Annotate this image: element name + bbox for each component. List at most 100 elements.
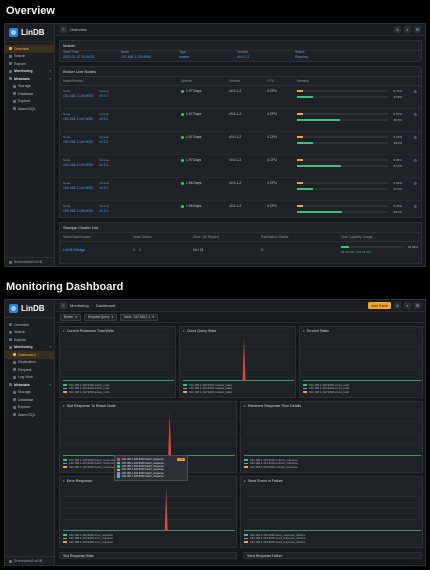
logo-text: LinDB [21,28,45,37]
sidebar-item-7[interactable]: Explore [5,98,54,106]
table-row: Node 192.168.1.102:9000 Version v0.0.1 1.97 … [60,132,421,155]
node-status: 3 3 [133,248,193,252]
uptime-value: 1.97 Days [186,89,202,93]
logo[interactable]: LinDB [5,24,54,42]
sidebar-item-1[interactable]: Search [5,329,54,337]
chart-plot[interactable] [244,410,421,456]
sidebar-item-6[interactable]: Request [5,366,54,374]
node-link[interactable]: 192.168.1.101:9000 [63,117,93,121]
sidebar-item-label: Search [14,54,26,59]
master-field-3: Version v0.0.1-2 [237,50,249,59]
sidebar-item-7[interactable]: Log View [5,374,54,382]
chart-plot[interactable] [63,410,235,456]
sidebar-item-0[interactable]: Overview [5,321,54,329]
sidebar-item-8[interactable]: Metadata ▾ [5,381,54,389]
sidebar-item-6[interactable]: Database [5,90,54,98]
chart-plot[interactable] [63,335,174,381]
sidebar-item-5[interactable]: Storage [5,83,54,91]
chart-plot[interactable] [244,485,421,531]
sidebar-item-12[interactable]: Alarm/SQL [5,411,54,419]
sidebar-footer[interactable]: Embedded/LinDB [5,556,54,565]
chart-title: ▸ Current Processor Total Write [60,327,175,334]
node-link[interactable]: 192.168.1.104:9000 [63,186,93,190]
sidebar-item-4[interactable]: Dashboard [5,351,54,359]
breadcrumb-separator: / [91,303,93,308]
sidebar-item-11[interactable]: Explore [5,404,54,412]
version-value: v0.0.1 [99,139,109,144]
memory-cell: 0.67% 46.5% [297,112,418,122]
gear-icon[interactable]: ⚙ [413,89,417,94]
legend-item[interactable]: 192.168.1.102:9000 active_rows [63,390,172,394]
chart-title: ▸ Send Errors in Failure [241,477,422,484]
language-icon[interactable]: A [394,302,401,309]
storage-row: LinDB-Storage 3 3 24 / 24 0 13.46% 55.28… [60,242,421,257]
request-select[interactable]: Request Query ▾ [84,313,118,321]
header-cpu: CPU [267,79,275,83]
sidebar-item-3[interactable]: Monitoring ▾ [5,344,54,352]
sidebar-footer[interactable]: Embedded/LinDB [5,257,54,266]
theme-icon[interactable]: ◐ [404,26,411,33]
storage-name-link[interactable]: LinDB-Storage [63,248,133,252]
filter-bar: Broker ▾ Request Query ▾ Node: 192.168.1.1… [56,312,425,323]
language-icon[interactable]: A [394,26,401,33]
broker-select[interactable]: Broker ▾ [60,313,81,321]
add-panel-button[interactable]: Add Panel [368,302,391,309]
theme-icon[interactable]: ◐ [404,302,411,309]
sidebar-item-4[interactable]: Metadata ▾ [5,75,54,83]
gear-icon[interactable]: ⚙ [413,181,417,186]
sidebar-nav: Overview Search Explore Monitoring ▾ Metadata… [5,42,54,113]
breadcrumb-dashboard[interactable]: Dashboard [96,303,116,308]
sidebar-item-1[interactable]: Search [5,53,54,61]
chart-title-text: Error Response [66,478,92,483]
legend-item[interactable]: 192.168.1.102:9000 error_requests [63,540,233,544]
settings-icon[interactable]: ⚙ [414,26,421,33]
legend-item[interactable]: 192.168.1.102:9000 errors_total [303,390,419,394]
sidebar-item-8[interactable]: Alarm/SQL [5,105,54,113]
node-link[interactable]: 192.168.1.100:9000 [63,94,93,98]
node-select[interactable]: Node: 192.168.1.1 ▾ [120,313,158,321]
sidebar-item-2[interactable]: Explore [5,60,54,68]
gear-icon[interactable]: ⚙ [413,135,417,140]
chart-panel: ▸ Retrieved Response Time Details 192.168.… [240,401,423,473]
chart-plot[interactable] [303,335,421,381]
sidebar-item-label: Metadata [14,382,30,387]
status-dot-icon [181,112,184,116]
sidebar-item-3[interactable]: Monitoring ▾ [5,68,54,76]
gear-icon[interactable]: ⚙ [413,204,417,209]
nav-icon [13,84,16,88]
breadcrumb-monitoring[interactable]: Monitoring [70,303,89,308]
legend-swatch [244,541,248,543]
menu-icon[interactable]: ≡ [60,302,67,309]
cpu-cell: 4 CPU [267,204,277,208]
usage-track [297,90,388,92]
node-link[interactable]: 192.168.1.102:9000 [63,140,93,144]
nav-icon [13,360,16,364]
chart-plot[interactable] [63,485,235,531]
usage-track [297,182,388,184]
sidebar-item-0[interactable]: Overview [5,45,54,53]
legend-label: 192.168.1.102:9000 active_rows [69,389,110,394]
logo[interactable]: LinDB [5,300,54,318]
uptime-value: 1.96 Days [186,181,202,185]
node-link[interactable]: 192.168.1.105:9000 [63,209,93,213]
sidebar-item-9[interactable]: Storage [5,389,54,397]
gear-icon[interactable]: ⚙ [413,158,417,163]
gear-icon[interactable]: ⚙ [413,112,417,117]
sidebar-item-10[interactable]: Database [5,396,54,404]
menu-icon[interactable]: ≡ [60,26,67,33]
sidebar-item-label: Monitoring [14,345,33,350]
master-field-1: Node 192.168.1.100:9000 [121,50,151,59]
legend-item[interactable]: 192.168.1.102:9000 created_tasks [183,390,292,394]
legend-item[interactable]: 192.168.1.102:9000 send_response_failure… [244,540,419,544]
sidebar-item-5[interactable]: Replication [5,359,54,367]
node-link[interactable]: 192.168.1.103:9000 [63,163,93,167]
version-info: Version v0.0.1 [99,204,109,213]
legend-item[interactable]: 192.168.1.102:9000 unfetch_response [244,465,419,469]
breadcrumb[interactable]: Overview [70,27,87,32]
usage-bar: 0.71% [297,89,402,93]
sidebar-item-2[interactable]: Explore [5,336,54,344]
usage-bar: 0.73% [297,135,402,139]
nav-icon [9,62,12,66]
settings-icon[interactable]: ⚙ [414,302,421,309]
chart-plot[interactable] [183,335,294,381]
